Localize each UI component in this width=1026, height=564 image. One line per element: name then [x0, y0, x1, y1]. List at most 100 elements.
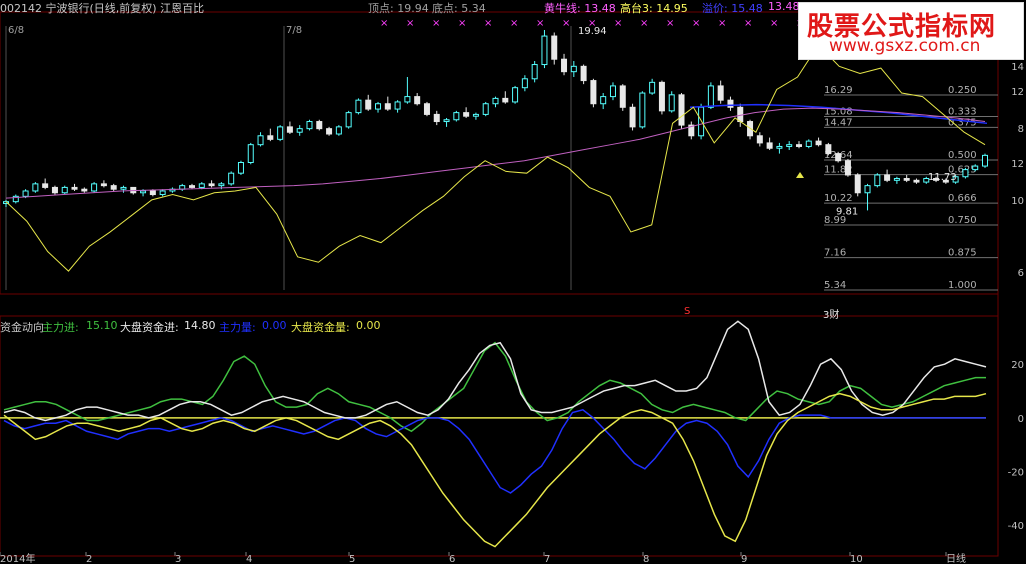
- top-cross-marker: ×: [666, 18, 674, 29]
- right-axis-label: 10: [1011, 196, 1024, 207]
- top-cross-marker: ×: [770, 18, 778, 29]
- right-axis-label: 6: [1018, 268, 1024, 279]
- top-cross-marker: ×: [510, 18, 518, 29]
- gann-price-label: 16.29: [824, 85, 853, 96]
- right-axis-label: 14: [1011, 62, 1024, 73]
- candle-body: [668, 94, 675, 112]
- x-axis-label: 8: [643, 554, 649, 564]
- market-amount-label: 大盘资金量:: [291, 321, 350, 334]
- candle-body: [345, 112, 352, 128]
- candle-body: [286, 126, 293, 133]
- gann-ratio-label: 0.750: [948, 215, 977, 226]
- candle-body: [844, 160, 851, 176]
- x-axis-label: 10: [850, 554, 863, 564]
- top-cross-marker: ×: [614, 18, 622, 29]
- candle-body: [962, 169, 969, 178]
- candle-body: [600, 96, 607, 105]
- market-in-label: 大盘资金进:: [120, 321, 179, 334]
- gann-levels: 16.290.25015.080.33314.470.37512.640.500…: [824, 85, 998, 291]
- candle-body: [208, 183, 215, 187]
- watermark-logo: 股票公式指标网 www.gsxz.com.cn: [798, 2, 1024, 60]
- candle-body: [835, 153, 842, 162]
- candle-body: [717, 85, 724, 101]
- top-cross-marker: ×: [692, 18, 700, 29]
- candle-body: [247, 144, 254, 163]
- candle-body: [306, 121, 313, 130]
- candle-body: [795, 144, 802, 147]
- candle-body: [51, 186, 58, 194]
- top-cross-marker: ×: [484, 18, 492, 29]
- candle-body: [472, 113, 479, 117]
- top-cross-marker: ×: [562, 18, 570, 29]
- top-cross-marker: ×: [588, 18, 596, 29]
- candle-body: [120, 186, 127, 190]
- candle-body: [355, 99, 362, 114]
- candle-body: [649, 81, 656, 94]
- sub-axis-label: -40: [1008, 521, 1024, 532]
- candle-body: [982, 154, 988, 167]
- gann-ratio-label: 1.000: [948, 280, 977, 291]
- x-axis-label: 6: [449, 554, 455, 564]
- main-in-value: 15.10: [86, 319, 118, 332]
- sell-signal-marker: S: [684, 306, 691, 317]
- candle-body: [218, 183, 225, 187]
- candle-body: [727, 99, 734, 108]
- chart-axes: 6/87/819.949.8111.73×××××××××××××××××141…: [0, 18, 1024, 564]
- candle-body: [316, 121, 323, 130]
- candle-body: [443, 119, 450, 123]
- candle-body: [903, 178, 910, 181]
- candle-body: [267, 135, 274, 140]
- yellow-line-label: 黄牛线: 13.48: [544, 2, 616, 15]
- x-axis-label: 2: [86, 554, 92, 564]
- candle-body: [786, 144, 793, 147]
- candle-body: [864, 185, 871, 194]
- premium-label: 溢价: 15.48: [702, 2, 763, 15]
- last-value-label: 13.48: [768, 0, 800, 13]
- main-amount-label: 主力量:: [219, 321, 256, 334]
- gann-price-label: 10.22: [824, 193, 853, 204]
- candle-body: [590, 80, 597, 105]
- candle-body: [100, 183, 107, 187]
- gann-price-label: 7.16: [824, 248, 846, 259]
- gann-price-label: 14.47: [824, 117, 853, 128]
- candle-body: [776, 145, 783, 149]
- candle-body: [237, 161, 244, 174]
- candle-body: [629, 106, 636, 128]
- candle-body: [913, 179, 920, 183]
- sub-axis-label: -20: [1008, 468, 1024, 479]
- candle-body: [639, 92, 646, 128]
- candle-body: [884, 174, 891, 181]
- candle-body: [365, 99, 372, 110]
- candle-body: [110, 185, 117, 190]
- candle-body: [81, 188, 88, 192]
- top-cross-marker: ×: [718, 18, 726, 29]
- candle-body: [296, 128, 303, 133]
- right-axis-label: 12: [1011, 87, 1024, 98]
- fund-flow-title: 资金动向: [0, 321, 44, 334]
- x-axis-label: 9: [741, 554, 747, 564]
- gann-ratio-label: 0.875: [948, 248, 977, 259]
- candle-body: [492, 97, 499, 105]
- x-axis-label: 3: [175, 554, 181, 564]
- candle-body: [140, 190, 147, 194]
- sub-axis-label: 0: [1018, 414, 1024, 425]
- chart-stage: 16.290.25015.080.33314.470.37512.640.500…: [0, 11, 1024, 564]
- candle-body: [394, 101, 401, 110]
- candle-body: [874, 174, 881, 187]
- top-cross-marker: ×: [744, 18, 752, 29]
- bottom-point-label: 底点: 5.34: [432, 2, 486, 15]
- gann-price-label: 5.34: [824, 280, 846, 291]
- candle-body: [756, 135, 763, 144]
- candle-body: [384, 103, 391, 110]
- candle-body: [71, 186, 78, 190]
- x-axis-label: 日线: [946, 552, 966, 564]
- candle-body: [42, 183, 49, 188]
- main-amount-value: 0.00: [262, 319, 287, 332]
- candle-body: [22, 190, 29, 197]
- x-axis-label: 7: [544, 554, 550, 564]
- gann-ratio-label: 0.250: [948, 85, 977, 96]
- candle-body: [257, 135, 264, 146]
- candle-body: [551, 35, 558, 60]
- top-point-label: 顶点: 19.94: [368, 2, 429, 15]
- sub-panel-frame: [0, 315, 999, 557]
